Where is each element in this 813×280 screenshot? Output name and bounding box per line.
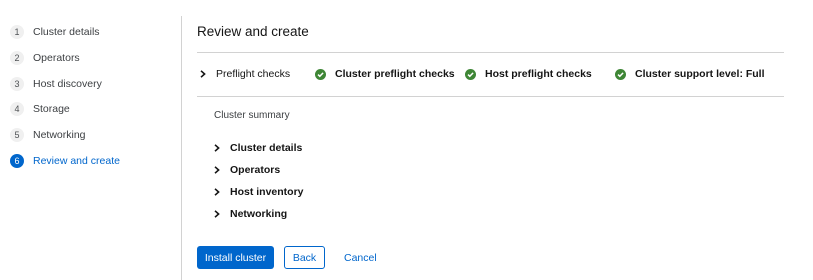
- summary-section-cluster-details[interactable]: Cluster details: [214, 140, 302, 156]
- wizard-step-host-discovery[interactable]: 3 Host discovery: [10, 75, 102, 93]
- wizard-step-cluster-details[interactable]: 1 Cluster details: [10, 23, 100, 41]
- preflight-check-cluster: Cluster preflight checks: [315, 66, 455, 82]
- cancel-button[interactable]: Cancel: [338, 246, 383, 269]
- back-button[interactable]: Back: [284, 246, 325, 269]
- wizard-nav: 1 Cluster details 2 Operators 3 Host dis…: [0, 0, 181, 280]
- step-number: 6: [10, 154, 24, 168]
- check-circle-icon: [315, 68, 326, 80]
- preflight-check-host: Host preflight checks: [465, 66, 592, 82]
- check-circle-icon: [465, 68, 476, 80]
- chevron-right-icon: [214, 188, 224, 196]
- check-label: Cluster support level: Full: [635, 68, 765, 80]
- step-label: Host discovery: [33, 78, 102, 90]
- wizard-step-storage[interactable]: 4 Storage: [10, 100, 70, 118]
- step-number: 3: [10, 77, 24, 91]
- section-label: Networking: [230, 208, 288, 220]
- cluster-summary-label: Cluster summary: [214, 110, 290, 121]
- check-label: Host preflight checks: [485, 68, 592, 80]
- divider: [197, 96, 784, 97]
- step-label: Storage: [33, 103, 70, 115]
- step-number: 5: [10, 128, 24, 142]
- chevron-right-icon: [200, 70, 210, 78]
- summary-section-operators[interactable]: Operators: [214, 162, 280, 178]
- wizard-step-review-and-create[interactable]: 6 Review and create: [10, 152, 120, 170]
- check-circle-icon: [615, 68, 626, 80]
- chevron-right-icon: [214, 210, 224, 218]
- step-label: Review and create: [33, 155, 120, 167]
- section-label: Operators: [230, 164, 281, 176]
- summary-section-networking[interactable]: Networking: [214, 206, 287, 222]
- chevron-right-icon: [214, 166, 224, 174]
- section-label: Host inventory: [230, 186, 304, 198]
- sidebar-divider: [181, 16, 182, 280]
- step-number: 1: [10, 25, 24, 39]
- section-label: Cluster details: [230, 142, 303, 154]
- wizard-step-networking[interactable]: 5 Networking: [10, 126, 86, 144]
- check-label: Cluster preflight checks: [335, 68, 455, 80]
- wizard-step-operators[interactable]: 2 Operators: [10, 49, 80, 67]
- install-cluster-button[interactable]: Install cluster: [197, 246, 274, 269]
- step-number: 4: [10, 102, 24, 116]
- preflight-check-support-level: Cluster support level: Full: [615, 66, 765, 82]
- preflight-checks-toggle[interactable]: Preflight checks: [200, 66, 290, 82]
- step-label: Operators: [33, 52, 80, 64]
- step-label: Networking: [33, 129, 86, 141]
- step-label: Cluster details: [33, 26, 100, 38]
- page-title: Review and create: [197, 24, 309, 39]
- divider: [197, 52, 784, 53]
- chevron-right-icon: [214, 144, 224, 152]
- summary-section-host-inventory[interactable]: Host inventory: [214, 184, 304, 200]
- preflight-checks-label: Preflight checks: [216, 68, 291, 80]
- step-number: 2: [10, 51, 24, 65]
